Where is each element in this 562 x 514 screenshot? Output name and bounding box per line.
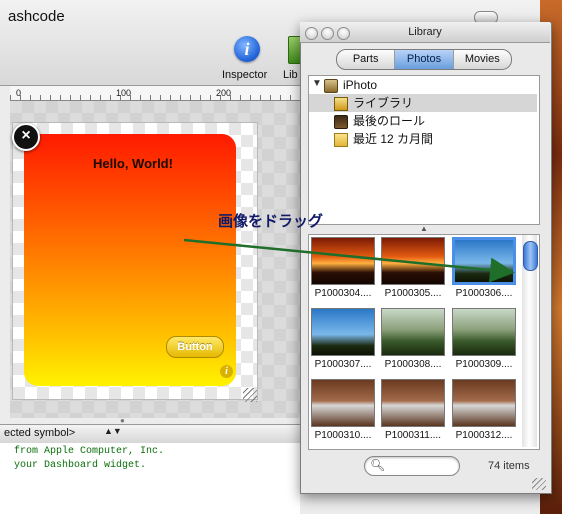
library-button-label[interactable]: Lib <box>283 69 298 81</box>
resize-grip-icon[interactable] <box>243 388 257 402</box>
library-title: Library <box>408 26 442 38</box>
photo-thumbnail[interactable] <box>452 308 516 356</box>
annotation-text: 画像をドラッグ <box>218 213 324 230</box>
pane-split-handle-icon[interactable]: ▲ <box>420 224 428 233</box>
tree-item-last-roll[interactable]: 最後のロール <box>334 112 425 130</box>
item-count: 74 items <box>488 460 530 472</box>
tab-photos[interactable]: Photos <box>395 50 454 69</box>
photo-thumbnail[interactable] <box>311 379 375 427</box>
library-tab-control[interactable]: Parts Photos Movies <box>336 49 512 70</box>
photo-thumbnail[interactable] <box>452 379 516 427</box>
photo-item[interactable]: P1000307.... <box>311 308 379 370</box>
ruler-tick-label: 0 <box>16 88 22 98</box>
photo-label: P1000310.... <box>314 430 372 441</box>
photo-thumbnail[interactable] <box>381 237 445 285</box>
disclosure-triangle-icon[interactable]: ▼ <box>312 78 322 89</box>
scrollbar-thumb[interactable] <box>523 241 538 271</box>
tree-item-last-12-months[interactable]: 最近 12 カ月間 <box>334 130 433 148</box>
search-icon: 🔍︎ <box>370 458 386 472</box>
ruler-tick-label: 200 <box>216 88 232 98</box>
photo-item[interactable]: P1000310.... <box>311 379 379 441</box>
tree-item-library[interactable]: ライブラリ <box>309 94 537 112</box>
photo-label: P1000311.... <box>385 430 441 441</box>
photo-item[interactable]: P1000306.... <box>452 237 520 299</box>
code-line: from Apple Computer, Inc. <box>14 446 165 457</box>
photo-label: P1000307.... <box>314 359 372 370</box>
tree-item-iphoto[interactable]: iPhoto <box>324 76 377 94</box>
photo-label: P1000308.... <box>384 359 442 370</box>
tree-item-label: 最近 12 カ月間 <box>353 132 434 146</box>
photo-item[interactable]: P1000304.... <box>311 237 379 299</box>
resize-grip-icon[interactable] <box>532 478 546 490</box>
photo-item[interactable]: P1000311.... <box>381 379 449 441</box>
photo-thumbnail[interactable] <box>311 237 375 285</box>
inspector-button-label[interactable]: Inspector <box>222 69 267 81</box>
iphoto-icon <box>324 78 338 93</box>
info-icon[interactable]: i <box>220 365 233 378</box>
photo-label: P1000306.... <box>455 288 513 299</box>
photo-item[interactable]: P1000308.... <box>381 308 449 370</box>
photo-thumbnail[interactable] <box>381 308 445 356</box>
widget-title-text[interactable]: Hello, World! <box>24 156 242 171</box>
popup-arrows-icon[interactable]: ▲▼ <box>104 426 122 436</box>
close-icon[interactable]: × <box>12 123 40 151</box>
tree-item-label: ライブラリ <box>353 96 414 110</box>
photo-thumbnail[interactable] <box>452 237 516 285</box>
photo-label: P1000309.... <box>455 359 513 370</box>
last-roll-icon <box>334 114 348 129</box>
window-title: ashcode <box>8 8 65 25</box>
tab-movies[interactable]: Movies <box>454 50 511 69</box>
photo-library-icon <box>334 96 348 111</box>
photo-label: P1000305.... <box>384 288 442 299</box>
photo-item[interactable]: P1000309.... <box>452 308 520 370</box>
calendar-icon <box>334 132 348 147</box>
photo-thumbnail[interactable] <box>381 379 445 427</box>
photo-item[interactable]: P1000305.... <box>381 237 449 299</box>
inspector-icon[interactable]: i <box>234 36 260 62</box>
horizontal-ruler <box>10 86 306 101</box>
symbol-popup-text[interactable]: ected symbol> <box>4 427 75 439</box>
tab-parts[interactable]: Parts <box>337 50 396 69</box>
photo-label: P1000304.... <box>314 288 372 299</box>
code-line: your Dashboard widget. <box>14 460 147 471</box>
ruler-tick-label: 100 <box>116 88 132 98</box>
tree-item-label: 最後のロール <box>353 114 426 128</box>
tree-item-label: iPhoto <box>343 78 378 92</box>
photo-thumbnail[interactable] <box>311 308 375 356</box>
photo-label: P1000312.... <box>455 430 513 441</box>
widget-button[interactable]: Button <box>166 336 224 358</box>
photo-item[interactable]: P1000312.... <box>452 379 520 441</box>
